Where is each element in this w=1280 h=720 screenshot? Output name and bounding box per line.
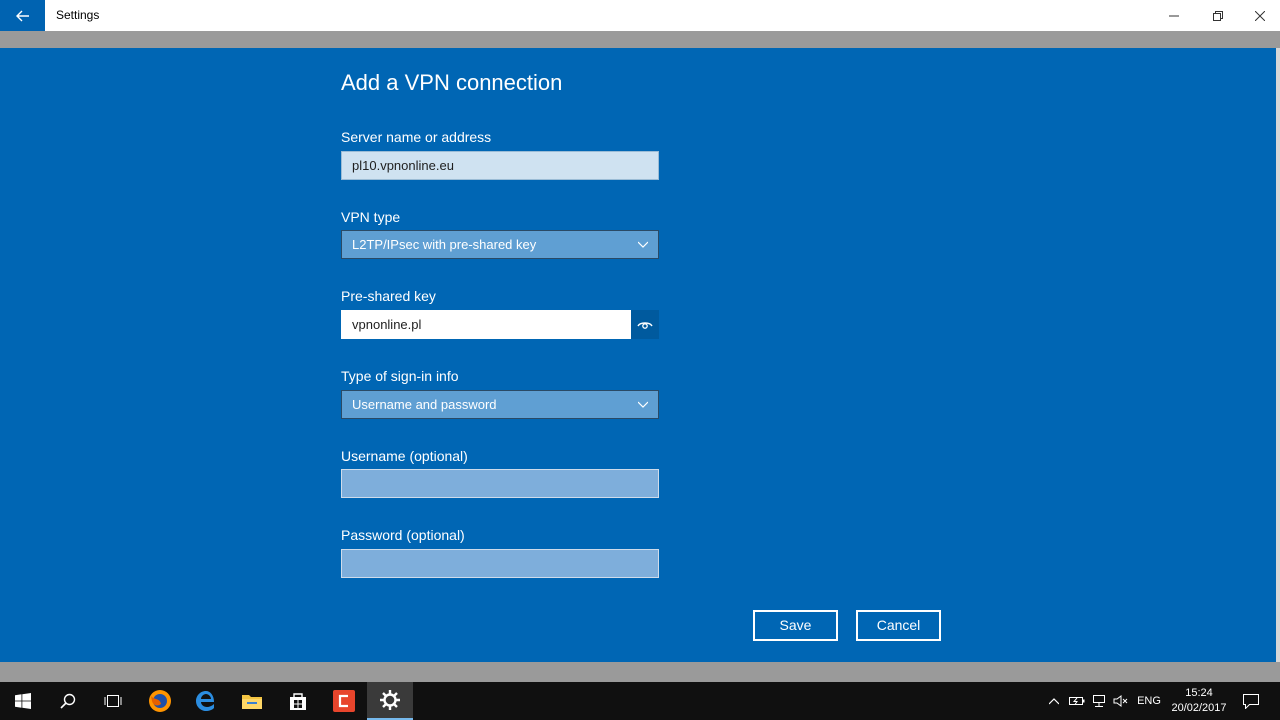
clock-date: 20/02/2017 — [1171, 702, 1227, 714]
server-input[interactable]: pl10.vpnonline.eu — [341, 151, 659, 180]
psk-input[interactable]: vpnonline.pl — [341, 310, 631, 339]
action-center-button[interactable] — [1238, 682, 1264, 720]
speaker-muted-icon — [1113, 695, 1128, 707]
dialog-title: Add a VPN connection — [341, 70, 563, 95]
restore-icon — [1213, 10, 1223, 21]
window-title: Settings — [56, 8, 100, 22]
username-label: Username (optional) — [341, 448, 468, 464]
back-arrow-icon — [15, 10, 29, 21]
network-icon — [1093, 695, 1105, 707]
username-input[interactable] — [341, 469, 659, 498]
signin-type-label: Type of sign-in info — [341, 368, 459, 384]
chevron-up-icon — [1049, 697, 1059, 704]
store-taskbar-button[interactable] — [275, 682, 321, 720]
search-button[interactable] — [45, 682, 91, 720]
store-icon — [290, 693, 306, 710]
minimize-icon — [1169, 15, 1179, 16]
title-bar: Settings — [0, 0, 1280, 31]
settings-icon — [380, 690, 400, 710]
chevron-down-icon — [637, 231, 649, 267]
firefox-taskbar-button[interactable] — [137, 682, 183, 720]
save-button[interactable]: Save — [753, 610, 838, 641]
battery-charging-icon — [1069, 697, 1085, 705]
psk-label: Pre-shared key — [341, 288, 436, 304]
clock-time: 15:24 — [1185, 687, 1213, 699]
dimmed-background-top — [0, 31, 1280, 48]
taskbar: ENG 15:24 20/02/2017 — [0, 682, 1280, 720]
password-input[interactable] — [341, 549, 659, 578]
task-view-icon — [104, 695, 122, 707]
screen-recorder-icon — [333, 690, 355, 712]
windows-logo-icon — [15, 693, 31, 709]
edge-taskbar-button[interactable] — [183, 682, 229, 720]
file-explorer-icon — [242, 695, 262, 709]
file-explorer-taskbar-button[interactable] — [229, 682, 275, 720]
signin-type-value: Username and password — [352, 397, 497, 412]
scrollbar-track[interactable] — [1276, 48, 1280, 662]
eye-icon — [637, 321, 653, 329]
start-button[interactable] — [0, 682, 46, 720]
vpn-type-label: VPN type — [341, 209, 401, 225]
minimize-button[interactable] — [1152, 0, 1196, 31]
close-icon — [1255, 10, 1265, 21]
recorder-taskbar-button[interactable] — [321, 682, 367, 720]
vpn-type-value: L2TP/IPsec with pre-shared key — [352, 237, 537, 252]
server-label: Server name or address — [341, 129, 492, 145]
password-label: Password (optional) — [341, 527, 465, 543]
close-button[interactable] — [1238, 0, 1280, 31]
dimmed-background-bottom — [0, 662, 1280, 682]
cancel-button[interactable]: Cancel — [856, 610, 941, 641]
vpn-type-select[interactable]: L2TP/IPsec with pre-shared key — [341, 230, 659, 259]
show-hidden-icons-button[interactable] — [1044, 682, 1064, 720]
language-indicator[interactable]: ENG — [1134, 682, 1164, 720]
settings-taskbar-button[interactable] — [367, 682, 413, 720]
clock[interactable]: 15:24 20/02/2017 — [1166, 686, 1232, 716]
volume-tray-button[interactable] — [1110, 682, 1132, 720]
restore-button[interactable] — [1196, 0, 1240, 31]
reveal-password-button[interactable] — [631, 310, 659, 339]
edge-icon — [196, 691, 214, 711]
signin-type-select[interactable]: Username and password — [341, 390, 659, 419]
network-tray-button[interactable] — [1088, 682, 1110, 720]
battery-tray-button[interactable] — [1066, 682, 1088, 720]
notification-icon — [1243, 693, 1259, 709]
chevron-down-icon — [637, 391, 649, 427]
firefox-icon — [149, 690, 171, 712]
back-button[interactable] — [0, 0, 45, 31]
task-view-button[interactable] — [90, 682, 136, 720]
search-icon — [60, 693, 76, 709]
